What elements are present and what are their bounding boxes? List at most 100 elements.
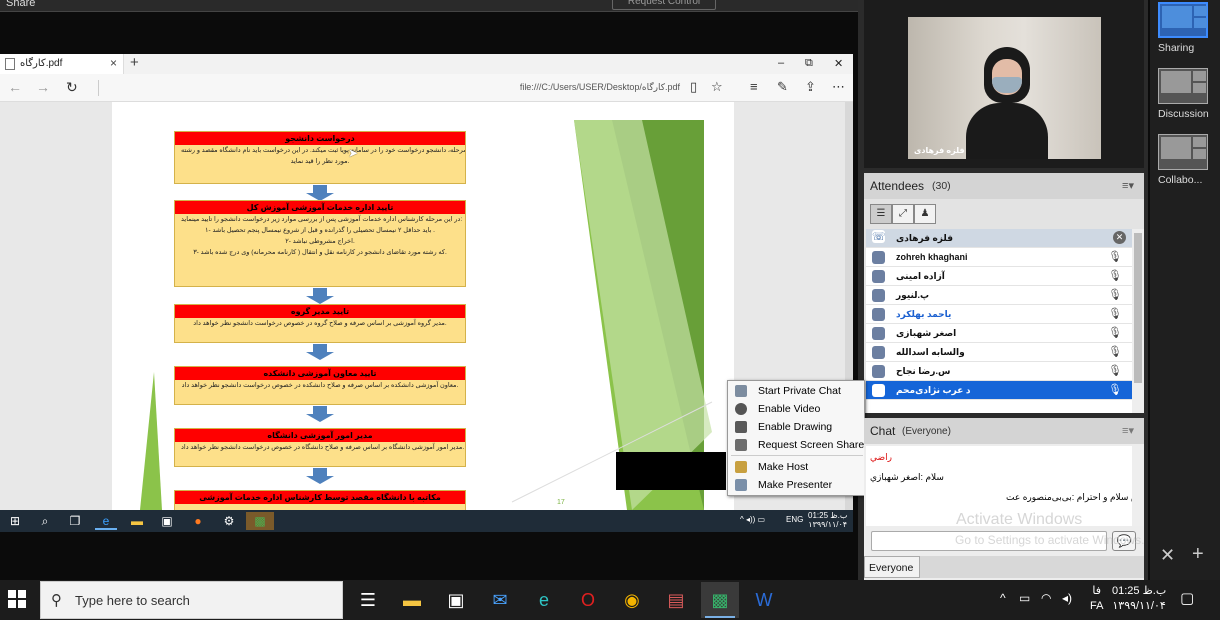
reading-view-icon[interactable]: ▯ bbox=[690, 79, 697, 95]
refresh-button[interactable]: ↻ bbox=[66, 79, 78, 96]
attendee-row[interactable]: پ.لنیور 🎙 bbox=[866, 286, 1132, 305]
chat-scope: (Everyone) bbox=[902, 426, 951, 437]
microphone-icon[interactable]: 🎙 bbox=[1108, 307, 1122, 320]
remote-taskview-icon[interactable]: ❐ bbox=[64, 512, 86, 530]
layout-label: Sharing bbox=[1158, 42, 1195, 54]
remote-store-icon[interactable]: ▣ bbox=[156, 512, 178, 530]
add-layout-icon[interactable]: + bbox=[1192, 543, 1204, 566]
close-button[interactable]: ✕ bbox=[834, 57, 843, 70]
share-icon[interactable]: ⇪ bbox=[805, 79, 816, 95]
list-view-icon[interactable]: ☰ bbox=[870, 204, 892, 224]
recipient-dropdown[interactable]: Everyone bbox=[864, 556, 920, 578]
remote-settings-icon[interactable]: ⚙ bbox=[218, 512, 240, 530]
hub-icon[interactable]: ≡ bbox=[750, 79, 758, 94]
menu-item-start-private-chat[interactable]: Start Private Chat bbox=[728, 382, 866, 400]
attendee-row[interactable]: یاحمد بهلکرد 🎙 bbox=[866, 305, 1132, 324]
remote-explorer-icon[interactable]: ▬ bbox=[126, 512, 148, 530]
menu-item-request-screen-share[interactable]: Request Screen Share bbox=[728, 436, 866, 454]
pod-menu-icon[interactable]: ≡▾ bbox=[1122, 424, 1134, 437]
remote-tray-icons[interactable]: ^ ◂)) ▭ bbox=[740, 515, 765, 524]
language-indicator[interactable]: فا FA bbox=[1090, 584, 1103, 614]
attendee-row[interactable]: آزاده امینی 🎙 bbox=[866, 267, 1132, 286]
browser-tab[interactable]: کارگاه.pdf × bbox=[0, 54, 124, 74]
clear-icon[interactable]: ✕ bbox=[1113, 231, 1126, 244]
attendee-row[interactable]: zohreh khaghani 🎙 bbox=[866, 248, 1132, 267]
winrar-icon[interactable]: ▤ bbox=[657, 582, 695, 618]
microphone-icon[interactable]: 🎙 bbox=[1108, 250, 1122, 263]
microphone-icon[interactable]: 🎙 bbox=[1108, 383, 1122, 396]
remote-app-icon[interactable]: ▩ bbox=[246, 512, 274, 530]
microphone-icon[interactable]: 🎙 bbox=[1108, 326, 1122, 339]
task-view-icon[interactable]: ☰ bbox=[349, 582, 387, 618]
attendees-scrollbar[interactable] bbox=[1132, 229, 1144, 413]
remote-language[interactable]: ENG bbox=[786, 515, 803, 524]
menu-item-label: Make Presenter bbox=[758, 479, 833, 491]
wifi-icon[interactable]: ◠ bbox=[1041, 591, 1051, 605]
attendee-row[interactable]: اصغر شهبازی 🎙 bbox=[866, 324, 1132, 343]
windows-start-icon[interactable] bbox=[8, 590, 26, 608]
expand-view-icon[interactable]: ⤢ bbox=[892, 204, 914, 224]
remote-search-icon[interactable]: ⌕ bbox=[34, 512, 56, 530]
minimize-button[interactable]: – bbox=[778, 57, 784, 69]
menu-item-enable-video[interactable]: Enable Video bbox=[728, 400, 866, 418]
flow-step-6: مکاتبه با دانشگاه مقصد توسط کارشناس ادار… bbox=[174, 490, 466, 510]
participant-video: فلزه فرهادی bbox=[908, 17, 1101, 159]
battery-icon[interactable]: ▭ bbox=[1019, 591, 1030, 605]
layout-collaboration[interactable]: Collabo... bbox=[1158, 134, 1212, 186]
forward-button[interactable]: → bbox=[36, 79, 50, 95]
attendee-row-selected[interactable]: د عرب نژادی‌محم 🎙 bbox=[866, 381, 1132, 400]
remote-edge-icon[interactable]: e bbox=[95, 512, 117, 530]
adobe-connect-icon[interactable]: ▩ bbox=[701, 582, 739, 618]
store-icon[interactable]: ▣ bbox=[437, 582, 475, 618]
menu-item-enable-drawing[interactable]: Enable Drawing bbox=[728, 418, 866, 436]
layout-sharing[interactable]: Sharing bbox=[1158, 2, 1212, 54]
microphone-icon[interactable]: 🎙 bbox=[1108, 364, 1122, 377]
new-tab-button[interactable]: + bbox=[130, 54, 139, 71]
tray-chevron-icon[interactable]: ^ bbox=[1000, 591, 1006, 605]
taskbar-clock[interactable]: 01:25 ب.ظ ۱۳۹۹/۱۱/۰۴ bbox=[1112, 584, 1166, 614]
attendee-name: والسابه اسدالله bbox=[896, 347, 965, 357]
status-view-icon[interactable]: ♟ bbox=[914, 204, 936, 224]
maximize-button[interactable]: ⧉ bbox=[805, 57, 813, 70]
tab-close-button[interactable]: × bbox=[110, 56, 117, 70]
word-icon[interactable]: W bbox=[745, 582, 783, 618]
remote-start-icon[interactable]: ⊞ bbox=[4, 512, 26, 530]
flow-step-heading: مدیر امور آموزشی دانشگاه bbox=[175, 429, 465, 442]
more-icon[interactable]: ⋯ bbox=[832, 79, 845, 95]
remote-firefox-icon[interactable]: ● bbox=[187, 512, 209, 530]
menu-item-make-host[interactable]: Make Host bbox=[728, 458, 866, 476]
annotate-icon[interactable]: ✎ bbox=[777, 79, 788, 95]
chrome-icon[interactable]: ◉ bbox=[613, 582, 651, 618]
pod-menu-icon[interactable]: ≡▾ bbox=[1122, 179, 1134, 192]
menu-item-make-presenter[interactable]: Make Presenter bbox=[728, 476, 866, 494]
layout-discussion[interactable]: Discussion bbox=[1158, 68, 1212, 120]
back-button[interactable]: ← bbox=[8, 79, 22, 95]
chat-scrollbar[interactable] bbox=[1132, 446, 1144, 526]
delete-layout-icon[interactable]: ✕ bbox=[1160, 545, 1175, 566]
microphone-icon[interactable]: 🎙 bbox=[1108, 288, 1122, 301]
favorite-star-icon[interactable]: ☆ bbox=[711, 79, 723, 95]
edge-browser-window: کارگاه.pdf × + – ⧉ ✕ ← → ↻ file:///C:/Us… bbox=[0, 54, 853, 510]
nav-divider bbox=[98, 80, 99, 96]
host-row[interactable]: ☏ فلزه فرهادی ✕ bbox=[866, 229, 1132, 248]
flow-step-heading: تایید مدیر گروه bbox=[175, 305, 465, 318]
flow-arrow bbox=[306, 344, 334, 360]
request-control-button[interactable]: Request Control bbox=[612, 0, 716, 10]
attendee-row[interactable]: والسابه اسدالله 🎙 bbox=[866, 343, 1132, 362]
notification-icon[interactable]: ▢ bbox=[1180, 589, 1194, 607]
edge-icon[interactable]: e bbox=[525, 582, 563, 618]
volume-icon[interactable]: ◂) bbox=[1062, 591, 1072, 605]
opera-icon[interactable]: O bbox=[569, 582, 607, 618]
microphone-icon[interactable]: 🎙 bbox=[1108, 345, 1122, 358]
host-phone-icon: ☏ bbox=[872, 230, 886, 243]
host-taskbar: ⚲ Type here to search ☰ ▬ ▣ ✉ e O ◉ ▤ ▩ … bbox=[0, 580, 1220, 620]
screen-icon bbox=[735, 439, 747, 451]
address-bar[interactable]: file:///C:/Users/USER/Desktop/کارگاه.pdf bbox=[470, 82, 680, 93]
file-explorer-icon[interactable]: ▬ bbox=[393, 582, 431, 618]
attendee-row[interactable]: س.رضا نجاح 🎙 bbox=[866, 362, 1132, 381]
remote-clock[interactable]: 01:25 ب.ظ ۱۳۹۹/۱۱/۰۴ bbox=[808, 511, 847, 529]
taskbar-search-box[interactable]: ⚲ Type here to search bbox=[40, 581, 343, 619]
mail-icon[interactable]: ✉ bbox=[481, 582, 519, 618]
microphone-icon[interactable]: 🎙 bbox=[1108, 269, 1122, 282]
pdf-viewer[interactable]: درخواست دانشجو در اولین مرحله، دانشجو در… bbox=[0, 102, 853, 510]
